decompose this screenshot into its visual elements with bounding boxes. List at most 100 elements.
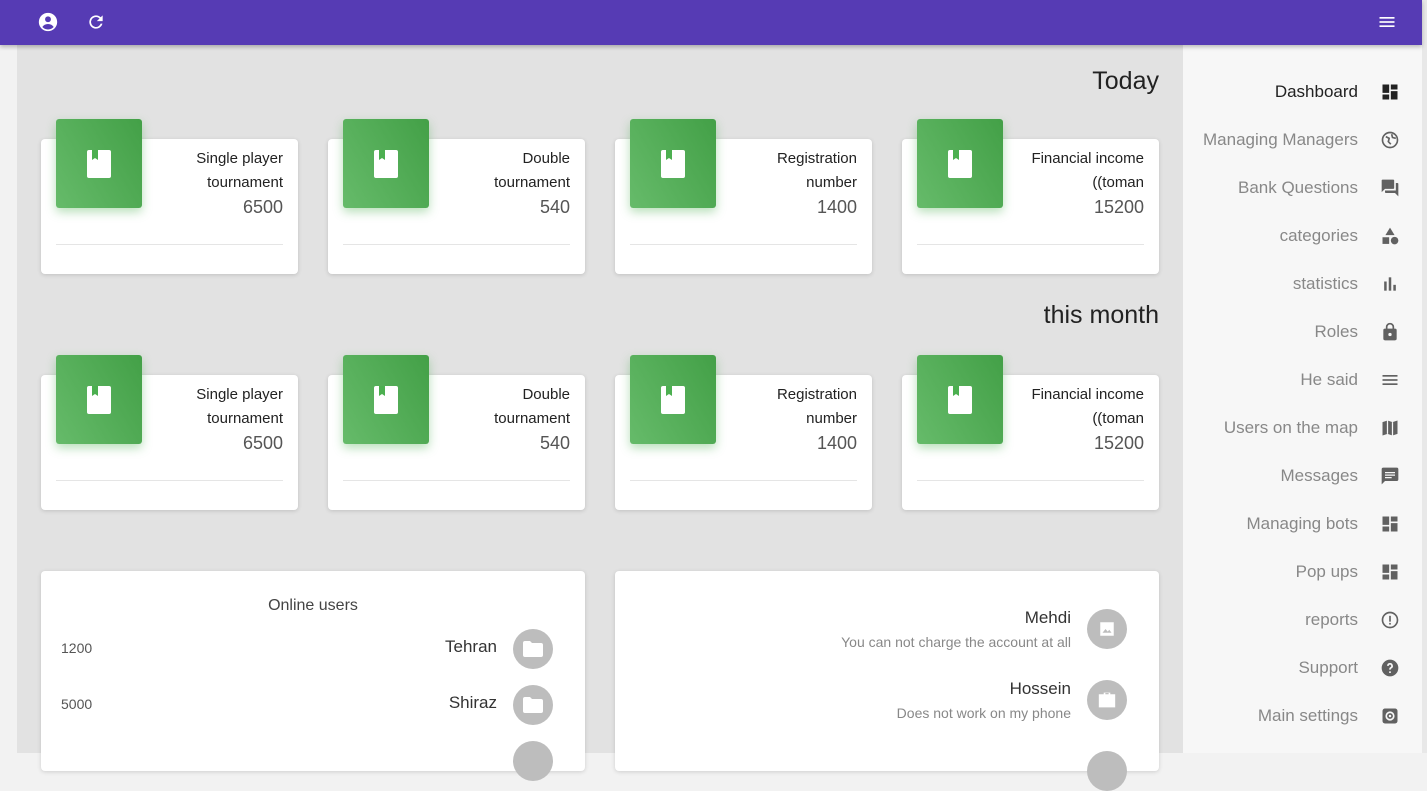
divider — [343, 244, 570, 245]
sidebar-item-label: Dashboard — [1274, 82, 1358, 101]
list-item[interactable]: 1200 Tehran — [41, 629, 585, 669]
sidebar-item-managing-managers[interactable]: Managing Managers — [1183, 116, 1422, 164]
divider — [917, 480, 1144, 481]
lock-icon — [1378, 320, 1402, 344]
sidebar-item-statistics[interactable]: statistics — [1183, 260, 1422, 308]
stat-card: Double tournament 540 — [328, 119, 585, 274]
sidebar-item-label: He said — [1300, 370, 1358, 389]
dashboard-icon — [1378, 512, 1402, 536]
scrollbar-track[interactable] — [1422, 0, 1427, 753]
sidebar-item-label: categories — [1279, 226, 1358, 245]
sidebar-item-label: Roles — [1314, 322, 1358, 341]
folder-icon — [513, 629, 553, 669]
sidebar-item-label: Managing Managers — [1203, 130, 1358, 149]
bar-chart-icon — [1378, 272, 1402, 296]
section-title-month: this month — [1043, 301, 1159, 329]
sidebar-item-pop-ups[interactable]: Pop ups — [1183, 548, 1422, 596]
sidebar-item-he-said[interactable]: He said — [1183, 356, 1422, 404]
stat-card: Single player tournament 6500 — [41, 119, 298, 274]
sidebar-item-managing-bots[interactable]: Managing bots — [1183, 500, 1422, 548]
sidebar-item-label: Support — [1298, 658, 1358, 677]
sidebar-item-label: Main settings — [1257, 706, 1358, 725]
folder-icon — [513, 685, 553, 725]
bookmark-book-icon — [630, 355, 716, 444]
bookmark-book-icon — [917, 355, 1003, 444]
briefcase-icon — [1087, 680, 1127, 720]
globe-icon — [1378, 128, 1402, 152]
list-item[interactable]: 5000 Shiraz — [41, 685, 585, 725]
sidebar-item-label: Bank Questions — [1237, 178, 1358, 197]
sidebar-item-label: statistics — [1292, 274, 1358, 293]
stat-card: Single player tournament 6500 — [41, 355, 298, 510]
menu-icon[interactable] — [1375, 10, 1399, 34]
category-icon — [1378, 224, 1402, 248]
stat-label: Double tournament — [494, 150, 570, 191]
bookmark-book-icon — [343, 119, 429, 208]
image-icon — [1087, 609, 1127, 649]
folder-icon — [513, 741, 553, 781]
sidebar-item-categories[interactable]: categories — [1183, 212, 1422, 260]
user-count: 5000 — [61, 696, 93, 712]
sidebar-item-dashboard[interactable]: Dashboard — [1183, 68, 1422, 116]
message-text: Does not work on my phone — [896, 705, 1071, 721]
sidebar-item-messages[interactable]: Messages — [1183, 452, 1422, 500]
sidebar-item-label: Pop ups — [1295, 562, 1358, 581]
message-sender: Hossein — [1009, 679, 1071, 698]
messages-panel: Mehdi You can not charge the account at … — [615, 571, 1159, 791]
dashboard-icon — [1378, 80, 1402, 104]
user-count: 1200 — [61, 640, 93, 656]
stat-value: 15200 — [1093, 433, 1144, 453]
city-name: Tehran — [445, 637, 497, 656]
sidebar-item-label: Users on the map — [1223, 418, 1358, 437]
help-circle-icon — [1378, 656, 1402, 680]
sidebar-item-label: reports — [1305, 610, 1358, 629]
stat-label: Single player tournament — [196, 150, 283, 191]
city-name: Shiraz — [448, 693, 497, 712]
bookmark-book-icon — [56, 355, 142, 444]
sidebar-item-roles[interactable]: Roles — [1183, 308, 1422, 356]
alert-circle-icon — [1378, 608, 1402, 632]
stat-card: Double tournament 540 — [328, 355, 585, 510]
sidebar-item-main-settings[interactable]: Main settings — [1183, 692, 1422, 740]
map-icon — [1378, 416, 1402, 440]
sidebar-item-support[interactable]: Support — [1183, 644, 1422, 692]
refresh-icon[interactable] — [84, 10, 108, 34]
sidebar-item-label: Managing bots — [1246, 514, 1358, 533]
sidebar-nav: Dashboard Managing Managers Bank Questio… — [1183, 45, 1422, 753]
account-circle-icon[interactable] — [36, 10, 60, 34]
sidebar-item-bank-questions[interactable]: Bank Questions — [1183, 164, 1422, 212]
sidebar-item-users-on-the-map[interactable]: Users on the map — [1183, 404, 1422, 452]
sidebar-item-reports[interactable]: reports — [1183, 596, 1422, 644]
stat-card: Registration number 1400 — [615, 119, 872, 274]
stat-label: Double tournament — [494, 386, 570, 427]
stat-value: 6500 — [242, 197, 283, 217]
section-title-today: Today — [1092, 67, 1159, 95]
divider — [630, 244, 857, 245]
list-icon — [1378, 368, 1402, 392]
stat-label: Financial income ((toman — [1031, 386, 1144, 427]
bookmark-book-icon — [56, 119, 142, 208]
dashboard-main: Today Single player tournament 6500 Doubl… — [17, 45, 1183, 791]
message-icon — [1378, 464, 1402, 488]
message-text: You can not charge the account at all — [841, 634, 1071, 650]
stat-card: Registration number 1400 — [615, 355, 872, 510]
stat-value: 1400 — [816, 433, 857, 453]
forum-icon — [1378, 176, 1402, 200]
stat-value: 540 — [539, 197, 570, 217]
online-users-panel: Online users 1200 Tehran 5000 Shiraz — [41, 571, 585, 781]
bookmark-book-icon — [917, 119, 1003, 208]
divider — [630, 480, 857, 481]
divider — [56, 244, 283, 245]
stat-card: Financial income ((toman 15200 — [902, 119, 1159, 274]
divider — [917, 244, 1144, 245]
bookmark-book-icon — [630, 119, 716, 208]
message-sender: Mehdi — [1024, 608, 1071, 627]
stat-label: Registration number — [776, 150, 857, 191]
bookmark-book-icon — [343, 355, 429, 444]
divider — [343, 480, 570, 481]
divider — [56, 480, 283, 481]
stat-value: 540 — [539, 433, 570, 453]
stat-label: Single player tournament — [196, 386, 283, 427]
online-users-title: Online users — [268, 597, 358, 614]
stat-label: Financial income ((toman — [1031, 150, 1144, 191]
